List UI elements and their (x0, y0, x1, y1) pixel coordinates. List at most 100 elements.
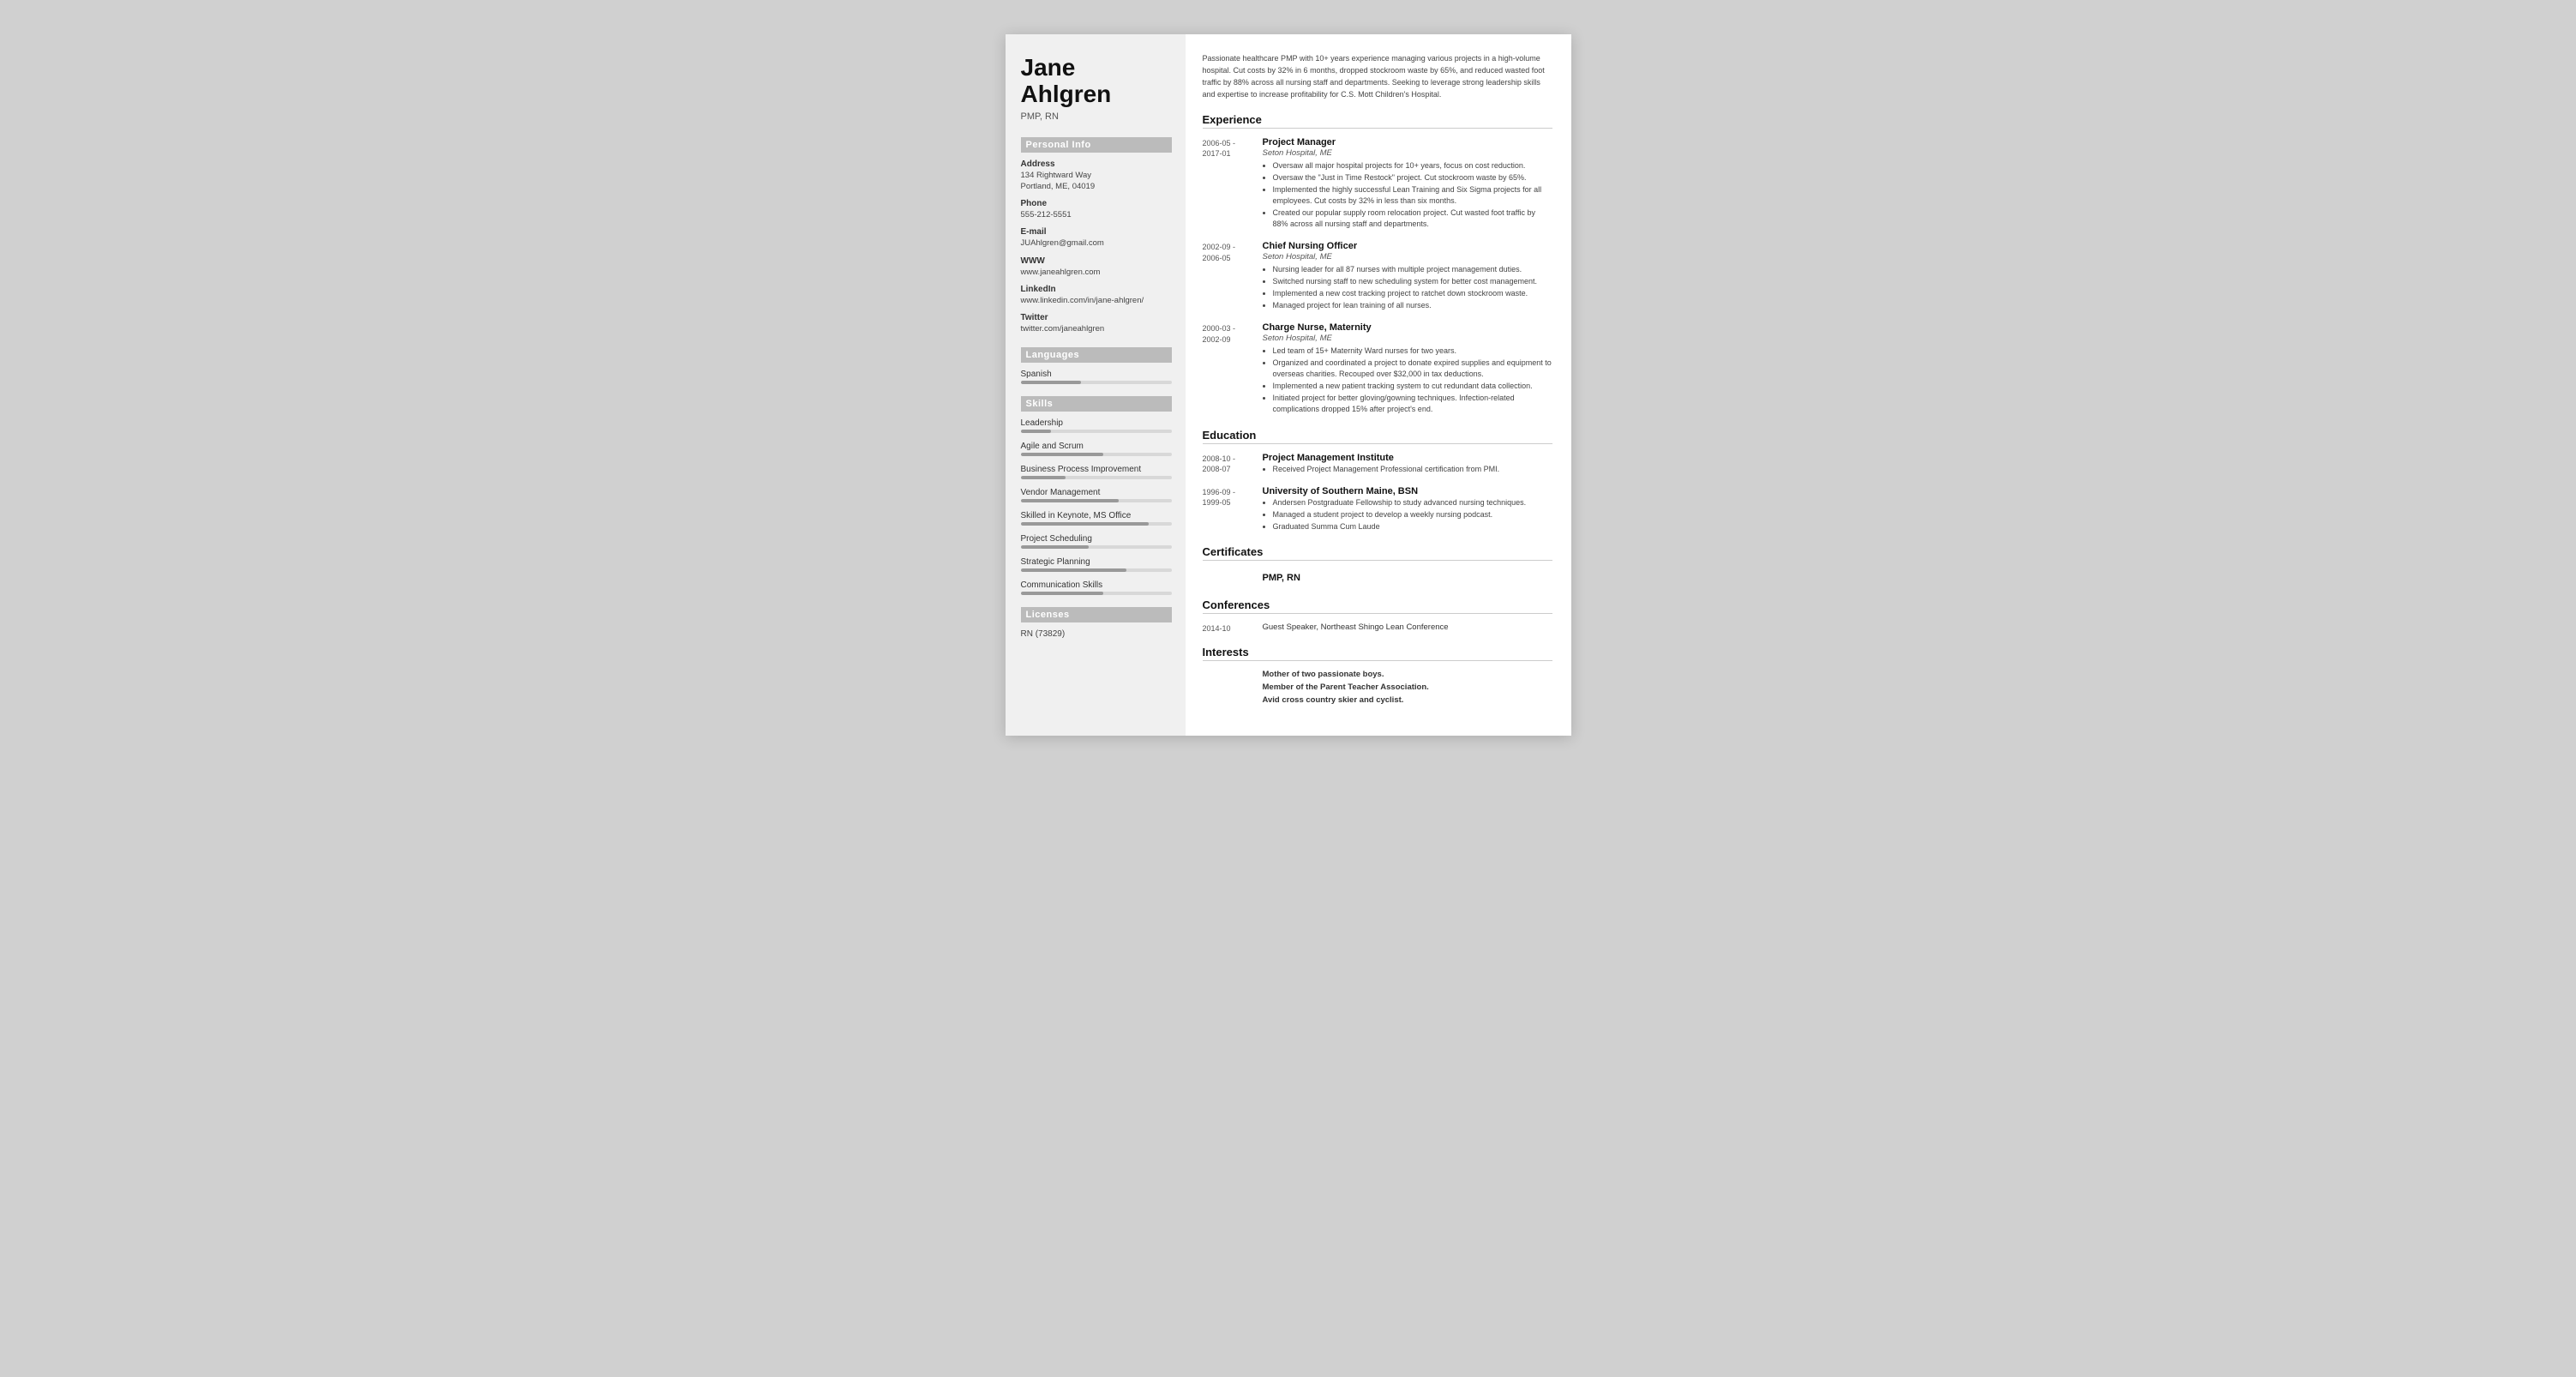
skill-item: Strategic Planning (1021, 557, 1172, 572)
entry-date: 2002-09 -2006-05 (1203, 241, 1263, 312)
phone-value: 555-212-5551 (1021, 209, 1172, 220)
resume-container: Jane Ahlgren PMP, RN Personal Info Addre… (1006, 34, 1571, 736)
entry-content: Project Manager Seton Hospital, ME Overs… (1263, 137, 1552, 231)
skill-item: Agile and Scrum (1021, 442, 1172, 456)
summary-text: Passionate healthcare PMP with 10+ years… (1203, 53, 1552, 101)
skill-name: Communication Skills (1021, 580, 1172, 590)
language-item: Spanish (1021, 370, 1172, 384)
bullet: Implemented a new cost tracking project … (1273, 288, 1552, 299)
skill-name: Vendor Management (1021, 488, 1172, 497)
skill-bar-bg (1021, 476, 1172, 479)
skill-item: Vendor Management (1021, 488, 1172, 502)
conferences-list: 2014-10 Guest Speaker, Northeast Shingo … (1203, 622, 1552, 634)
skill-item: Leadership (1021, 418, 1172, 433)
linkedin-section: LinkedIn www.linkedin.com/in/jane-ahlgre… (1021, 285, 1172, 306)
twitter-section: Twitter twitter.com/janeahlgren (1021, 313, 1172, 334)
interest-item: Mother of two passionate boys. (1203, 670, 1552, 679)
sidebar: Jane Ahlgren PMP, RN Personal Info Addre… (1006, 34, 1186, 736)
language-bar-fill (1021, 381, 1081, 384)
bullet: Managed project for lean training of all… (1273, 300, 1552, 311)
candidate-name: Jane Ahlgren (1021, 55, 1172, 108)
skill-name: Skilled in Keynote, MS Office (1021, 511, 1172, 520)
www-section: WWW www.janeahlgren.com (1021, 256, 1172, 278)
twitter-label: Twitter (1021, 313, 1172, 322)
conferences-section: Conferences 2014-10 Guest Speaker, North… (1203, 598, 1552, 634)
bullet: Created our popular supply room relocati… (1273, 207, 1552, 230)
personal-info-header: Personal Info (1021, 137, 1172, 153)
bullet: Switched nursing staff to new scheduling… (1273, 276, 1552, 287)
skill-bar-fill (1021, 476, 1066, 479)
skill-bar-fill (1021, 522, 1150, 526)
languages-list: Spanish (1021, 370, 1172, 384)
interest-text: Member of the Parent Teacher Association… (1263, 682, 1429, 692)
address-label: Address (1021, 159, 1172, 169)
skill-item: Project Scheduling (1021, 534, 1172, 549)
entry-org: Seton Hospital, ME (1263, 334, 1552, 343)
bullet: Nursing leader for all 87 nurses with mu… (1273, 264, 1552, 275)
conf-value: Guest Speaker, Northeast Shingo Lean Con… (1263, 622, 1449, 634)
bullet: Initiated project for better gloving/gow… (1273, 393, 1552, 415)
skill-bar-bg (1021, 522, 1172, 526)
education-entry: 2008-10 -2008-07 Project Management Inst… (1203, 453, 1552, 476)
certificates-header: Certificates (1203, 545, 1552, 561)
experience-entry: 2000-03 -2002-09 Charge Nurse, Maternity… (1203, 322, 1552, 416)
certificate-entry: PMP, RN (1203, 569, 1552, 586)
skill-item: Communication Skills (1021, 580, 1172, 595)
bullet: Graduated Summa Cum Laude (1273, 521, 1552, 532)
skill-name: Project Scheduling (1021, 534, 1172, 544)
email-section: E-mail JUAhlgren@gmail.com (1021, 227, 1172, 249)
experience-section: Experience 2006-05 -2017-01 Project Mana… (1203, 113, 1552, 417)
bullet: Oversaw the "Just in Time Restock" proje… (1273, 172, 1552, 183)
twitter-value: twitter.com/janeahlgren (1021, 323, 1172, 334)
skill-bar-bg (1021, 545, 1172, 549)
language-bar-bg (1021, 381, 1172, 384)
bullet: Implemented the highly successful Lean T… (1273, 184, 1552, 207)
address-section: Address 134 Rightward Way Portland, ME, … (1021, 159, 1172, 193)
experience-list: 2006-05 -2017-01 Project Manager Seton H… (1203, 137, 1552, 417)
entry-content: Project Management Institute Received Pr… (1263, 453, 1552, 476)
languages-header: Languages (1021, 347, 1172, 363)
www-value: www.janeahlgren.com (1021, 267, 1172, 278)
bullet: Implemented a new patient tracking syste… (1273, 381, 1552, 392)
www-label: WWW (1021, 256, 1172, 266)
interest-text: Avid cross country skier and cyclist. (1263, 695, 1404, 705)
interests-section: Interests Mother of two passionate boys.… (1203, 646, 1552, 705)
bullet: Oversaw all major hospital projects for … (1273, 160, 1552, 171)
conferences-header: Conferences (1203, 598, 1552, 614)
bullet: Received Project Management Professional… (1273, 464, 1552, 475)
skills-list: Leadership Agile and Scrum Business Proc… (1021, 418, 1172, 595)
entry-date: 2006-05 -2017-01 (1203, 137, 1263, 231)
licenses-header: Licenses (1021, 607, 1172, 622)
bullet-list: Received Project Management Professional… (1263, 464, 1552, 475)
experience-header: Experience (1203, 113, 1552, 129)
entry-date: 2000-03 -2002-09 (1203, 322, 1263, 416)
linkedin-label: LinkedIn (1021, 285, 1172, 294)
skill-name: Strategic Planning (1021, 557, 1172, 567)
bullet: Managed a student project to develop a w… (1273, 509, 1552, 520)
interest-item: Member of the Parent Teacher Association… (1203, 682, 1552, 692)
phone-section: Phone 555-212-5551 (1021, 199, 1172, 220)
skill-bar-fill (1021, 545, 1089, 549)
skill-bar-fill (1021, 499, 1119, 502)
skill-item: Business Process Improvement (1021, 465, 1172, 479)
entry-title: Project Manager (1263, 137, 1552, 147)
entry-title: University of Southern Maine, BSN (1263, 486, 1552, 496)
interest-text: Mother of two passionate boys. (1263, 670, 1384, 679)
skill-bar-bg (1021, 499, 1172, 502)
education-section: Education 2008-10 -2008-07 Project Manag… (1203, 429, 1552, 533)
skill-name: Agile and Scrum (1021, 442, 1172, 451)
entry-org: Seton Hospital, ME (1263, 252, 1552, 262)
address-line1: 134 Rightward Way (1021, 170, 1172, 181)
skill-bar-bg (1021, 568, 1172, 572)
bullet: Andersen Postgraduate Fellowship to stud… (1273, 497, 1552, 508)
certificates-section: Certificates PMP, RN (1203, 545, 1552, 586)
address-line2: Portland, ME, 04019 (1021, 181, 1172, 192)
experience-entry: 2006-05 -2017-01 Project Manager Seton H… (1203, 137, 1552, 231)
skill-name: Business Process Improvement (1021, 465, 1172, 474)
bullet-list: Led team of 15+ Maternity Ward nurses fo… (1263, 346, 1552, 415)
skill-bar-bg (1021, 592, 1172, 595)
license-item: RN (73829) (1021, 629, 1172, 639)
entry-org: Seton Hospital, ME (1263, 148, 1552, 158)
skill-bar-fill (1021, 568, 1126, 572)
experience-entry: 2002-09 -2006-05 Chief Nursing Officer S… (1203, 241, 1552, 312)
